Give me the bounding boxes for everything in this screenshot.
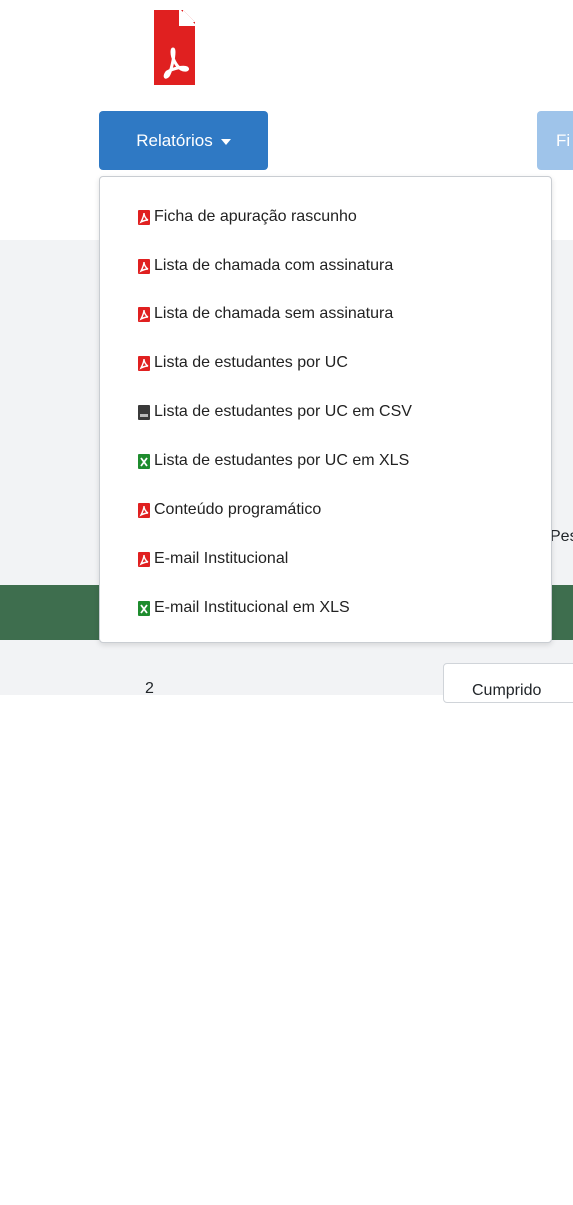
file-excel-icon (138, 600, 150, 616)
menu-item-label: Lista de chamada sem assinatura (154, 305, 394, 322)
menu-item-lista-chamada-sem-assinatura[interactable]: Lista de chamada sem assinatura (138, 301, 393, 327)
faded-button[interactable]: Fi (537, 111, 573, 170)
menu-item-label: Ficha de apuração rascunho (154, 208, 357, 225)
caret-down-icon (220, 138, 231, 145)
menu-item-email-institucional[interactable]: E-mail Institucional (138, 546, 288, 572)
status-field[interactable]: Cumprido (443, 663, 573, 703)
table-header-partial: o? (555, 1183, 573, 1204)
status-value: Cumprido (472, 682, 542, 699)
file-pdf-icon (138, 306, 150, 322)
partial-label: Pes (550, 528, 573, 545)
menu-item-conteudo-programatico[interactable]: Conteúdo programático (138, 497, 321, 523)
file-pdf-icon (138, 551, 150, 567)
file-pdf-icon (138, 502, 150, 518)
file-pdf-icon (138, 355, 150, 371)
menu-item-email-institucional-xls[interactable]: E-mail Institucional em XLS (138, 595, 350, 621)
file-pdf-icon (138, 258, 150, 274)
file-csv-icon (138, 404, 150, 420)
file-excel-icon (138, 453, 150, 469)
menu-item-lista-estudantes-uc-xls[interactable]: Lista de estudantes por UC em XLS (138, 448, 409, 474)
menu-item-label: Conteúdo programático (154, 501, 322, 518)
menu-item-label: E-mail Institucional (154, 550, 289, 567)
menu-item-ficha-apuracao[interactable]: Ficha de apuração rascunho (138, 204, 357, 230)
menu-item-lista-estudantes-uc[interactable]: Lista de estudantes por UC (138, 350, 348, 376)
faded-button-label: Fi (556, 131, 571, 150)
file-pdf-icon (138, 209, 150, 225)
menu-item-label: Lista de estudantes por UC em XLS (154, 452, 410, 469)
relatorios-dropdown-menu: Ficha de apuração rascunho Lista de cham… (99, 176, 552, 643)
row-number: 2 (145, 680, 154, 697)
menu-item-lista-chamada-com-assinatura[interactable]: Lista de chamada com assinatura (138, 253, 393, 279)
menu-item-label: Lista de estudantes por UC em CSV (154, 403, 412, 420)
relatorios-label: Relatórios (136, 130, 213, 150)
menu-item-label: Lista de chamada com assinatura (154, 257, 394, 274)
menu-item-label: E-mail Institucional em XLS (154, 599, 350, 616)
relatorios-dropdown-button[interactable]: Relatórios (99, 111, 268, 170)
menu-item-label: Lista de estudantes por UC (154, 354, 348, 371)
menu-item-lista-estudantes-uc-csv[interactable]: Lista de estudantes por UC em CSV (138, 399, 412, 425)
file-pdf-icon (154, 10, 195, 85)
